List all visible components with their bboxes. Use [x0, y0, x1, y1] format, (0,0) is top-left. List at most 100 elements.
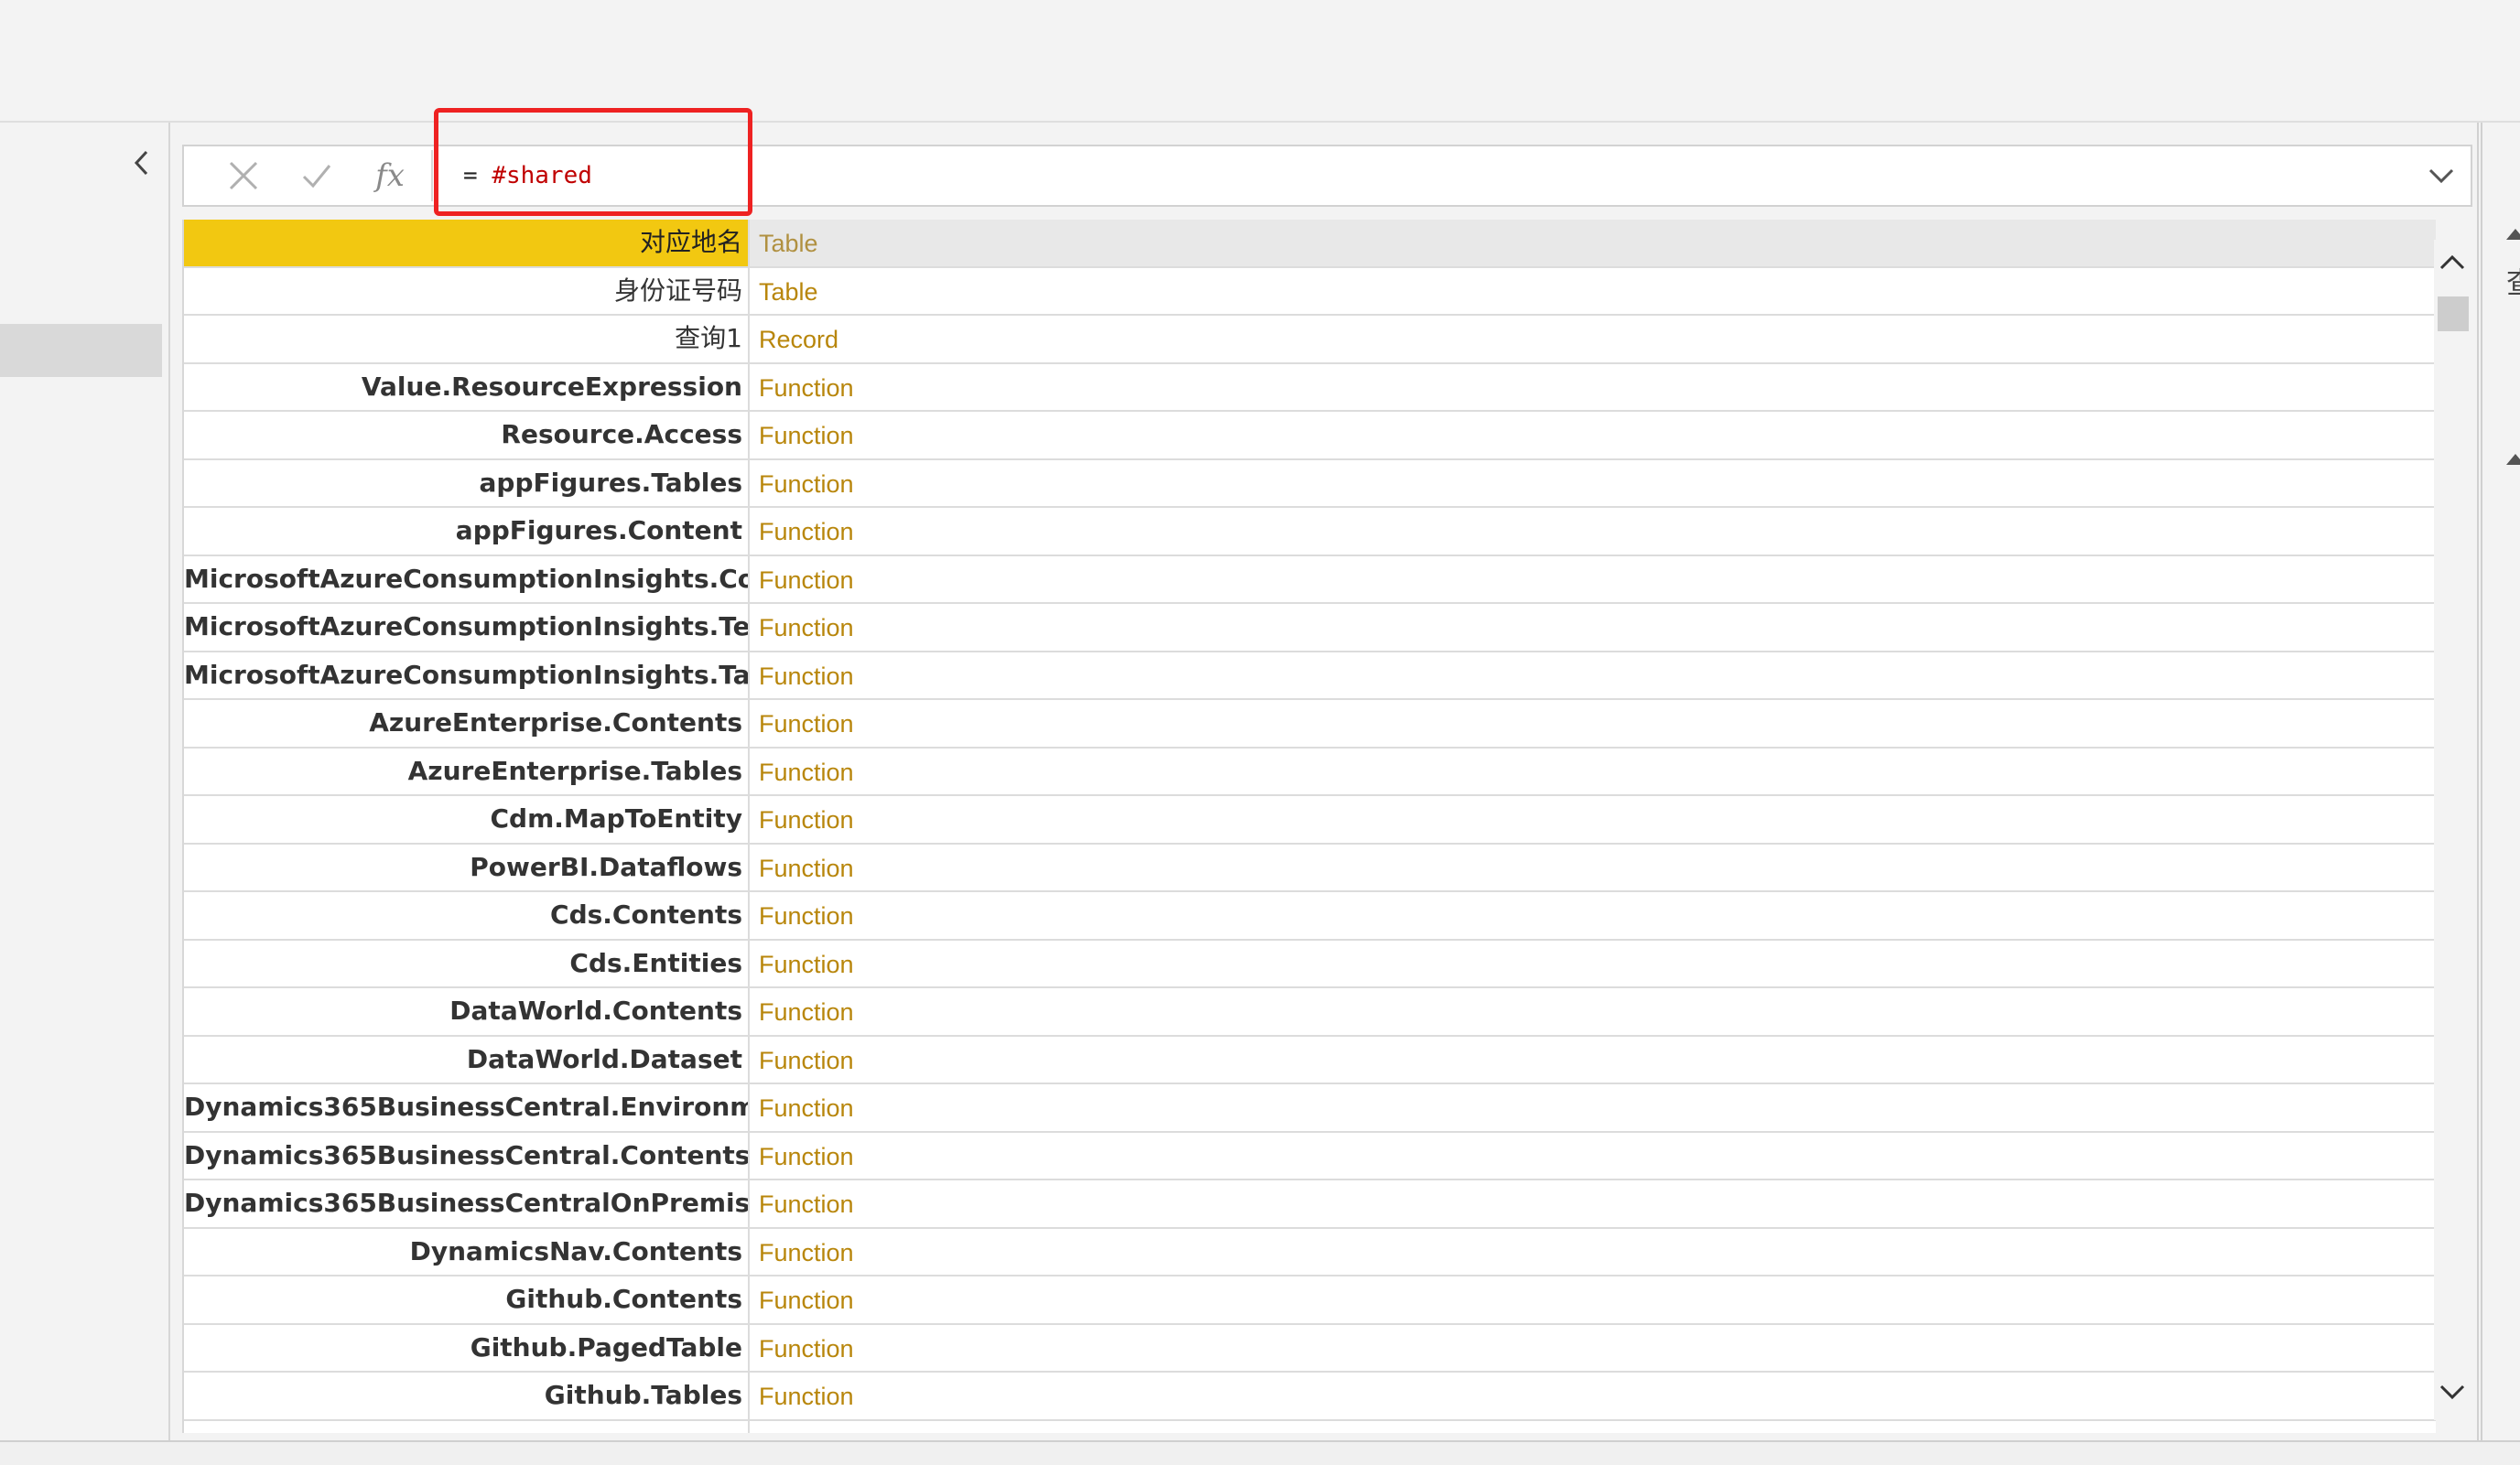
- table-row[interactable]: 身份证号码 Table: [184, 267, 2436, 316]
- row-value-link[interactable]: Function: [759, 1180, 854, 1227]
- table-row[interactable]: Value.ResourceExpression Function: [184, 363, 2436, 412]
- scroll-up-button[interactable]: [2434, 240, 2471, 285]
- row-value-link[interactable]: Function: [759, 796, 854, 843]
- record-grid: 对应地名 Table 身份证号码 Table 查询1 Record Value.Resour…: [182, 220, 2436, 1433]
- selected-query-item[interactable]: [0, 324, 162, 377]
- row-name: Resource.Access: [184, 412, 750, 458]
- row-value-link[interactable]: Function: [759, 988, 854, 1035]
- query-settings-pane: 查: [2481, 123, 2520, 1440]
- table-row[interactable]: Github.PagedTable Function: [184, 1324, 2436, 1373]
- table-row[interactable]: appFigures.Tables Function: [184, 459, 2436, 508]
- row-value-link[interactable]: Function: [759, 1421, 854, 1434]
- row-value-link[interactable]: Function: [759, 556, 854, 603]
- row-value-link[interactable]: Function: [759, 892, 854, 939]
- table-row[interactable]: DataWorld.Contents Function: [184, 988, 2436, 1037]
- fx-label: fx: [375, 157, 405, 194]
- table-row[interactable]: MicrosoftAzureConsumptionInsights.Test Fu…: [184, 604, 2436, 652]
- row-value-link[interactable]: Function: [759, 1084, 854, 1131]
- row-value-link[interactable]: Function: [759, 941, 854, 987]
- row-name: Dynamics365BusinessCentral.Contents: [184, 1132, 750, 1179]
- row-value-link[interactable]: Record: [759, 316, 838, 362]
- table-row[interactable]: AzureEnterprise.Tables Function: [184, 748, 2436, 796]
- row-name: MicrosoftAzureConsumptionInsights.Conter: [184, 555, 750, 602]
- chevron-down-icon: [2439, 1384, 2465, 1400]
- formula-bar-divider: [431, 150, 433, 201]
- table-row[interactable]: DynamicsNav.Contents Function: [184, 1228, 2436, 1276]
- chevron-left-icon: [134, 150, 148, 176]
- insert-function-button[interactable]: fx: [358, 146, 422, 205]
- row-name: Dynamics365BusinessCentralOnPremises.Cc: [184, 1180, 750, 1227]
- table-row[interactable]: 对应地名 Table: [184, 220, 2436, 268]
- table-row[interactable]: appFigures.Content Function: [184, 508, 2436, 556]
- table-row[interactable]: Dynamics365BusinessCentralOnPremises.CcF…: [184, 1180, 2436, 1229]
- row-name: Cdm.MapToEntity: [184, 796, 750, 843]
- row-value-link[interactable]: Function: [759, 1229, 854, 1276]
- row-value-link[interactable]: Function: [759, 1373, 854, 1419]
- row-value-link[interactable]: Function: [759, 460, 854, 507]
- row-name: DataWorld.Dataset: [184, 1036, 750, 1083]
- table-row[interactable]: Github.Tables Function: [184, 1373, 2436, 1421]
- row-value-link[interactable]: Function: [759, 749, 854, 795]
- table-row[interactable]: Cds.Entities Function: [184, 940, 2436, 988]
- scroll-thumb[interactable]: [2438, 296, 2469, 331]
- row-value-link[interactable]: Table: [759, 268, 818, 315]
- table-row[interactable]: MicrosoftAzureConsumptionInsights.Tables…: [184, 652, 2436, 700]
- row-value-link[interactable]: Function: [759, 604, 854, 651]
- chevron-down-icon: [2428, 168, 2454, 184]
- collapse-queries-button[interactable]: [126, 145, 157, 181]
- row-name: Github.PagedTable: [184, 1324, 750, 1371]
- row-name: PowerBI.Dataflows: [184, 844, 750, 890]
- row-name: 对应地名: [184, 220, 750, 266]
- formula-prefix: =: [463, 162, 492, 189]
- formula-expression: #shared: [492, 162, 592, 189]
- row-value-link[interactable]: Function: [759, 508, 854, 555]
- table-row[interactable]: Cds.Contents Function: [184, 892, 2436, 941]
- cancel-formula-button[interactable]: [211, 146, 276, 205]
- row-value-link[interactable]: Function: [759, 845, 854, 891]
- row-value-link[interactable]: Function: [759, 1037, 854, 1083]
- row-name: LinkedIn.SalesContracts: [184, 1420, 750, 1433]
- table-row[interactable]: Github.Contents Function: [184, 1276, 2436, 1325]
- x-icon: [229, 161, 258, 190]
- expand-formula-button[interactable]: [2419, 146, 2463, 205]
- row-value-link[interactable]: Function: [759, 652, 854, 699]
- row-name: Dynamics365BusinessCentral.EnvironmentC: [184, 1084, 750, 1131]
- row-name: MicrosoftAzureConsumptionInsights.Tables: [184, 652, 750, 698]
- row-value-link[interactable]: Function: [759, 700, 854, 747]
- table-row[interactable]: Dynamics365BusinessCentral.EnvironmentCF…: [184, 1084, 2436, 1133]
- row-value-link[interactable]: Function: [759, 1325, 854, 1372]
- row-name: Cds.Entities: [184, 940, 750, 986]
- row-name: MicrosoftAzureConsumptionInsights.Test: [184, 604, 750, 651]
- vertical-scrollbar[interactable]: [2434, 240, 2471, 1420]
- table-row[interactable]: MicrosoftAzureConsumptionInsights.Conter…: [184, 555, 2436, 604]
- row-value-link[interactable]: Function: [759, 1133, 854, 1180]
- row-name: Github.Tables: [184, 1373, 750, 1419]
- table-row[interactable]: PowerBI.Dataflows Function: [184, 844, 2436, 892]
- queries-pane: [0, 123, 170, 1440]
- row-name: Cds.Contents: [184, 892, 750, 939]
- row-name: DataWorld.Contents: [184, 988, 750, 1035]
- scroll-down-button[interactable]: [2434, 1369, 2471, 1415]
- table-row[interactable]: Resource.Access Function: [184, 412, 2436, 460]
- row-name: 查询1: [184, 316, 750, 362]
- triangle-up-icon[interactable]: [2506, 454, 2520, 465]
- formula-input[interactable]: = #shared: [463, 146, 592, 205]
- row-value-link[interactable]: Table: [759, 220, 818, 266]
- row-value-link[interactable]: Function: [759, 1276, 854, 1323]
- table-row[interactable]: 查询1 Record: [184, 316, 2436, 364]
- row-name: appFigures.Tables: [184, 459, 750, 506]
- confirm-formula-button[interactable]: [285, 146, 349, 205]
- table-row[interactable]: AzureEnterprise.Contents Function: [184, 700, 2436, 749]
- row-name: Value.ResourceExpression: [184, 363, 750, 410]
- check-icon: [302, 165, 331, 189]
- row-value-link[interactable]: Function: [759, 364, 854, 411]
- table-row[interactable]: DataWorld.Dataset Function: [184, 1036, 2436, 1084]
- table-row[interactable]: Dynamics365BusinessCentral.Contents Funct…: [184, 1132, 2436, 1180]
- ribbon-area: [0, 0, 2520, 123]
- table-row[interactable]: LinkedIn.SalesContracts Function: [184, 1420, 2436, 1434]
- row-value-link[interactable]: Function: [759, 412, 854, 458]
- triangle-up-icon[interactable]: [2506, 229, 2520, 240]
- table-row[interactable]: Cdm.MapToEntity Function: [184, 796, 2436, 845]
- row-name: AzureEnterprise.Tables: [184, 748, 750, 794]
- row-name: AzureEnterprise.Contents: [184, 700, 750, 747]
